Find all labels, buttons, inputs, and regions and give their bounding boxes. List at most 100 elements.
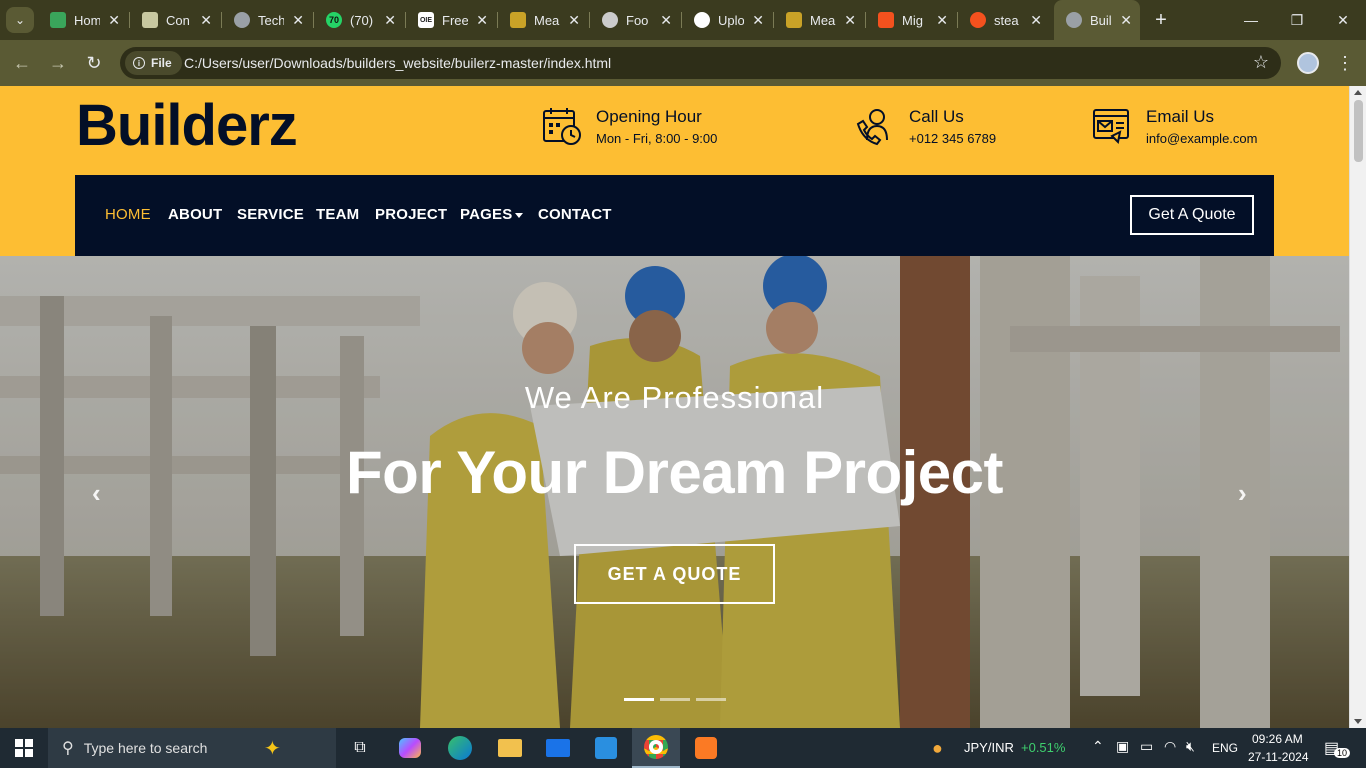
main-navbar: HOME ABOUT SERVICE TEAM PROJECT PAGES CO…	[75, 175, 1274, 256]
tab-favicon-icon	[142, 12, 158, 28]
tab-title: stea	[994, 12, 1019, 28]
tab-close-icon[interactable]: ✕	[1030, 12, 1042, 28]
mail-app-icon[interactable]	[534, 728, 582, 768]
browser-toolbar: ← → ↻ i File C:/Users/user/Downloads/bui…	[0, 40, 1366, 86]
site-logo[interactable]: Builderz	[76, 92, 298, 159]
nav-team[interactable]: TEAM	[316, 206, 359, 223]
language-indicator[interactable]: ENG	[1212, 741, 1238, 755]
tab-close-icon[interactable]: ✕	[108, 12, 120, 28]
copilot-app-icon[interactable]	[386, 728, 434, 768]
nav-pages-label: PAGES	[460, 206, 513, 223]
browser-tab-strip: ⌄ Hom ✕ Con ✕ Tech ✕ 70 (70) ✕ OIE Free …	[0, 0, 1366, 40]
tab-favicon-icon	[510, 12, 526, 28]
nav-home[interactable]: HOME	[105, 206, 151, 223]
carousel-indicator-2[interactable]	[660, 698, 690, 701]
bookmark-star-icon[interactable]: ☆	[1253, 52, 1269, 73]
nav-pages-dropdown[interactable]: PAGES	[460, 206, 524, 223]
nav-project[interactable]: PROJECT	[375, 206, 447, 223]
browser-tab[interactable]: stea ✕	[958, 0, 1052, 40]
call-us-info: Call Us +012 345 6789	[855, 106, 996, 146]
carousel-next-icon[interactable]: ›	[1238, 478, 1247, 509]
info-value: +012 345 6789	[909, 131, 997, 146]
chrome-app-icon[interactable]	[632, 728, 680, 768]
clock-date[interactable]: 27-11-2024	[1248, 750, 1309, 764]
file-explorer-icon[interactable]	[486, 728, 534, 768]
opening-hour-info: Opening Hour Mon - Fri, 8:00 - 9:00	[542, 106, 717, 146]
tab-close-icon[interactable]: ✕	[752, 12, 764, 28]
tab-search-button[interactable]: ⌄	[6, 7, 34, 33]
nav-service[interactable]: SERVICE	[237, 206, 304, 223]
globe-icon	[1066, 12, 1082, 28]
browser-tab-active[interactable]: Buil ✕	[1054, 0, 1140, 40]
caret-down-icon	[515, 212, 524, 218]
browser-tab[interactable]: Mig ✕	[866, 0, 958, 40]
browser-tab[interactable]: Con ✕	[130, 0, 222, 40]
profile-avatar[interactable]	[1297, 52, 1319, 74]
carousel-prev-icon[interactable]: ‹	[92, 478, 101, 509]
browser-tab[interactable]: Foo ✕	[590, 0, 682, 40]
back-button[interactable]: ←	[10, 51, 34, 75]
browser-tab[interactable]: Mea ✕	[774, 0, 866, 40]
page-scrollbar[interactable]	[1349, 86, 1366, 728]
reload-button[interactable]: ↻	[82, 51, 106, 75]
get-quote-button[interactable]: Get A Quote	[1130, 195, 1254, 235]
tab-title: (70)	[350, 12, 374, 28]
tab-close-icon[interactable]: ✕	[1120, 12, 1132, 28]
wifi-icon[interactable]: ◠	[1164, 738, 1176, 755]
chevron-up-icon[interactable]: ⌃	[1092, 738, 1104, 755]
close-window-button[interactable]: ✕	[1320, 0, 1366, 40]
vscode-app-icon[interactable]	[582, 728, 630, 768]
browser-tab[interactable]: Uplo ✕	[682, 0, 774, 40]
ticker-change: +0.51%	[1021, 740, 1066, 755]
site-header: Builderz Opening Hour Mon - Fri, 8:00 - …	[0, 86, 1349, 256]
gear-icon	[970, 12, 986, 28]
browser-tab[interactable]: OIE Free ✕	[406, 0, 498, 40]
tab-close-icon[interactable]: ✕	[844, 12, 856, 28]
tab-favicon-icon	[50, 12, 66, 28]
github-icon	[694, 12, 710, 28]
restore-button[interactable]: ❐	[1274, 0, 1320, 40]
meet-now-icon[interactable]: ▣	[1116, 738, 1129, 755]
forward-button[interactable]: →	[46, 51, 70, 75]
browser-tab[interactable]: Tech ✕	[222, 0, 314, 40]
browser-tab[interactable]: 70 (70) ✕	[314, 0, 406, 40]
ticker-pair[interactable]: JPY/INR	[964, 740, 1014, 755]
nav-about[interactable]: ABOUT	[168, 206, 222, 223]
scroll-up-arrow-icon[interactable]	[1354, 90, 1362, 95]
address-bar[interactable]: i File C:/Users/user/Downloads/builders_…	[120, 47, 1281, 79]
tab-close-icon[interactable]: ✕	[568, 12, 580, 28]
tab-title: Hom	[74, 12, 100, 28]
taskbar-search-box[interactable]: ⚲ Type here to search ✦	[48, 728, 336, 768]
hero-get-quote-button[interactable]: GET A QUOTE	[574, 544, 775, 604]
tab-close-icon[interactable]: ✕	[936, 12, 948, 28]
windows-logo-icon	[15, 739, 33, 757]
carousel-indicator-1[interactable]	[624, 698, 654, 701]
edge-app-icon[interactable]	[436, 728, 484, 768]
browser-tab[interactable]: Hom ✕	[38, 0, 130, 40]
minimize-button[interactable]: —	[1228, 0, 1274, 40]
new-tab-button[interactable]: +	[1150, 8, 1172, 32]
scrollbar-thumb[interactable]	[1354, 100, 1363, 162]
nav-contact[interactable]: CONTACT	[538, 206, 612, 223]
windows-start-button[interactable]	[0, 728, 48, 768]
scroll-down-arrow-icon[interactable]	[1354, 719, 1362, 724]
browser-tab[interactable]: Mea ✕	[498, 0, 590, 40]
email-us-info: Email Us info@example.com	[1092, 106, 1257, 146]
task-view-icon[interactable]: ⧉	[336, 728, 384, 768]
browser-menu-icon[interactable]: ⋮	[1336, 50, 1354, 76]
carousel-indicator-3[interactable]	[696, 698, 726, 701]
email-window-icon	[1093, 109, 1129, 145]
volume-muted-icon[interactable]: 🔇︎	[1186, 738, 1195, 755]
tab-close-icon[interactable]: ✕	[384, 12, 396, 28]
clock-time[interactable]: 09:26 AM	[1252, 732, 1303, 746]
tab-close-icon[interactable]: ✕	[200, 12, 212, 28]
tab-close-icon[interactable]: ✕	[660, 12, 672, 28]
search-icon: ⚲	[62, 740, 74, 757]
tab-close-icon[interactable]: ✕	[292, 12, 304, 28]
xampp-app-icon[interactable]	[682, 728, 730, 768]
battery-icon[interactable]: ▭	[1140, 738, 1153, 755]
site-info-chip[interactable]: i File	[125, 51, 182, 75]
url-text[interactable]: C:/Users/user/Downloads/builders_website…	[184, 55, 611, 71]
tab-close-icon[interactable]: ✕	[476, 12, 488, 28]
hero-carousel: We Are Professional For Your Dream Proje…	[0, 256, 1349, 728]
